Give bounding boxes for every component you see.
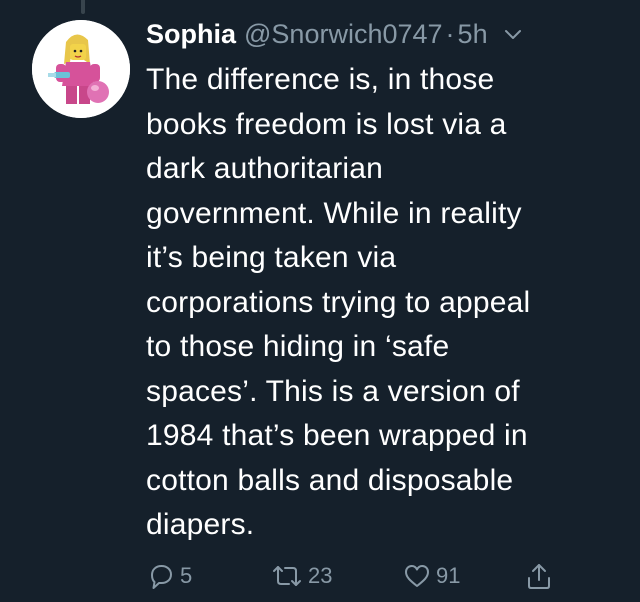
tweet-text: The difference is, in those books freedo… [146, 63, 531, 541]
thread-connector-line [81, 0, 85, 14]
share-button[interactable] [524, 558, 554, 594]
user-handle[interactable]: @Snorwich0747 [244, 14, 443, 54]
avatar-image [32, 20, 130, 118]
retweet-button[interactable]: 23 [270, 558, 332, 594]
display-name[interactable]: Sophia [146, 14, 236, 54]
reply-button[interactable]: 5 [146, 558, 192, 594]
retweet-icon [270, 561, 304, 591]
reply-count: 5 [180, 563, 193, 588]
share-icon [524, 561, 554, 591]
heart-icon [402, 561, 432, 591]
avatar[interactable] [32, 20, 130, 118]
reply-icon [146, 561, 176, 591]
like-button[interactable]: 91 [402, 558, 460, 594]
retweet-count: 23 [308, 563, 333, 588]
timestamp[interactable]: 5h [458, 14, 488, 54]
tweet-actions: 5 23 91 [146, 558, 626, 594]
like-count: 91 [436, 563, 461, 588]
separator-dot: · [445, 19, 455, 49]
chevron-down-icon[interactable] [500, 21, 526, 47]
tweet-header: Sophia @Snorwich0747 · 5h [146, 14, 616, 54]
